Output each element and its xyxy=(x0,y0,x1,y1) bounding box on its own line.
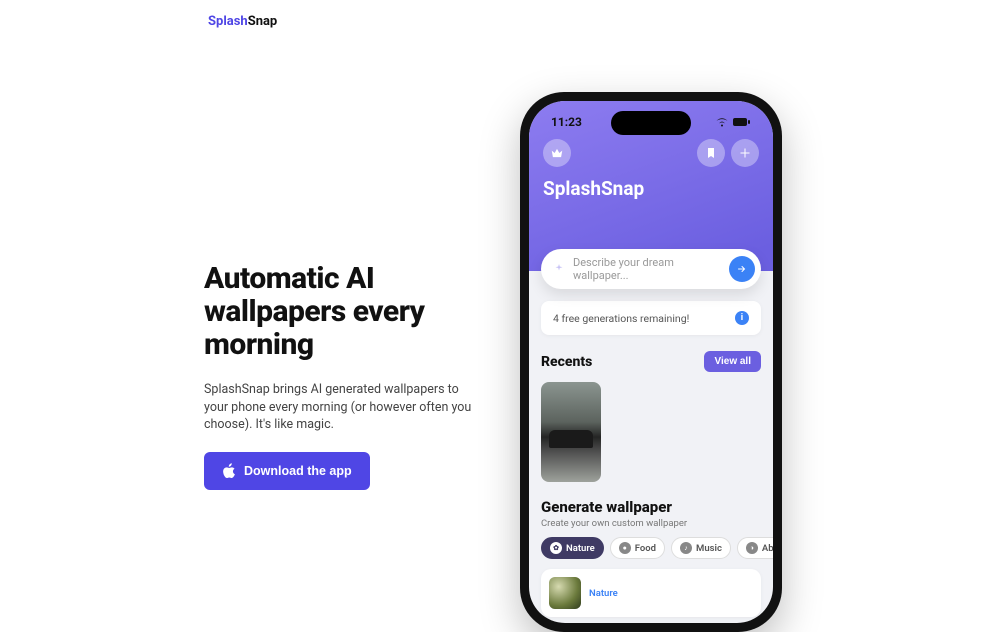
chip-abstract[interactable]: ◑ Abstract xyxy=(737,537,773,559)
add-button[interactable] xyxy=(731,139,759,167)
preview-card[interactable]: Nature xyxy=(541,569,761,617)
leaf-icon: ✿ xyxy=(550,542,562,554)
apple-icon xyxy=(222,463,236,479)
chip-music[interactable]: ♪ Music xyxy=(671,537,731,559)
phone-notch xyxy=(611,111,691,135)
generation-notice-text: 4 free generations remaining! xyxy=(553,312,689,325)
hero-subtitle: SplashSnap brings AI generated wallpaper… xyxy=(204,381,484,434)
chip-nature[interactable]: ✿ Nature xyxy=(541,537,604,559)
bookmark-button[interactable] xyxy=(697,139,725,167)
recents-heading: Recents xyxy=(541,354,592,370)
hero-title: Automatic AI wallpapers every morning xyxy=(204,262,504,361)
app-title: SplashSnap xyxy=(543,177,759,200)
search-placeholder: Describe your dream wallpaper... xyxy=(573,256,721,282)
battery-icon xyxy=(733,117,751,127)
site-logo[interactable]: SplashSnap xyxy=(208,14,277,29)
phone-mockup: 11:23 SplashSnap xyxy=(520,92,782,632)
download-app-button[interactable]: Download the app xyxy=(204,452,370,490)
chip-label: Music xyxy=(696,543,722,554)
status-indicators xyxy=(715,117,751,127)
search-input[interactable]: Describe your dream wallpaper... xyxy=(541,249,761,289)
chip-label: Food xyxy=(635,543,656,554)
music-icon: ♪ xyxy=(680,542,692,554)
plus-icon xyxy=(739,147,751,159)
generate-subheading: Create your own custom wallpaper xyxy=(541,518,761,529)
recent-wallpaper-thumb[interactable] xyxy=(541,382,601,482)
chip-food[interactable]: ● Food xyxy=(610,537,665,559)
preview-thumb xyxy=(549,577,581,609)
chip-label: Abstract xyxy=(762,543,773,554)
crown-icon xyxy=(550,146,564,160)
phone-screen: 11:23 SplashSnap xyxy=(529,101,773,623)
abstract-icon: ◑ xyxy=(746,542,758,554)
chip-label: Nature xyxy=(566,543,595,554)
sparkle-icon xyxy=(553,263,565,275)
food-icon: ● xyxy=(619,542,631,554)
hero-section: Automatic AI wallpapers every morning Sp… xyxy=(204,262,504,490)
arrow-right-icon xyxy=(736,263,748,275)
preview-label: Nature xyxy=(589,588,618,599)
bookmark-icon xyxy=(705,147,717,159)
download-app-label: Download the app xyxy=(244,464,352,478)
crown-button[interactable] xyxy=(543,139,571,167)
generate-heading: Generate wallpaper xyxy=(541,498,761,516)
search-submit-button[interactable] xyxy=(729,256,755,282)
logo-right: Snap xyxy=(248,14,278,29)
app-body: 4 free generations remaining! i Recents … xyxy=(529,271,773,617)
generation-notice: 4 free generations remaining! i xyxy=(541,301,761,335)
status-time: 11:23 xyxy=(551,115,582,129)
logo-left: Splash xyxy=(208,14,248,29)
wifi-icon xyxy=(715,117,729,127)
category-chips: ✿ Nature ● Food ♪ Music ◑ Abstract xyxy=(541,537,761,559)
view-all-button[interactable]: View all xyxy=(704,351,761,372)
info-icon[interactable]: i xyxy=(735,311,749,325)
